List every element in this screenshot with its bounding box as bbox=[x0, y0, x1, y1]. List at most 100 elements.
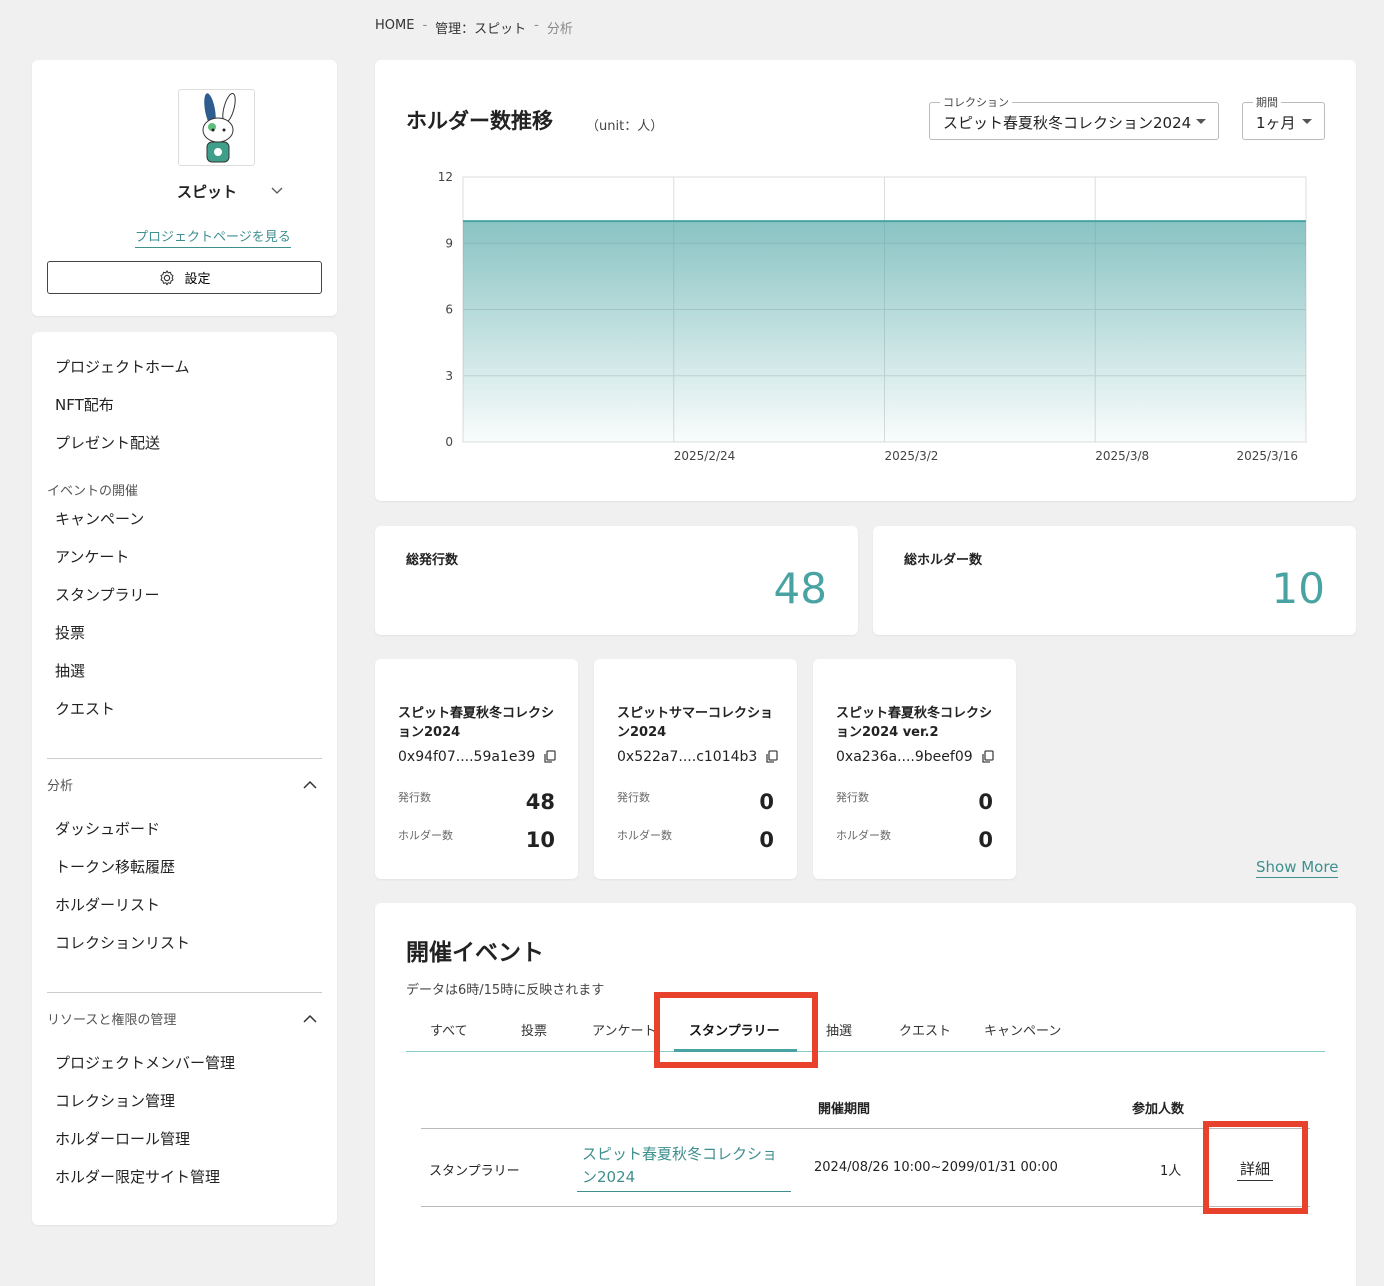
sidebar-item-dashboard[interactable]: ダッシュボード bbox=[55, 818, 160, 839]
breadcrumb-separator: - bbox=[534, 18, 539, 33]
chart-x-tick-label: 2025/3/16 bbox=[1236, 449, 1298, 463]
holders-label: ホルダー数 bbox=[398, 829, 453, 842]
event-participants: 1人 bbox=[1160, 1164, 1182, 1179]
chart-y-tick-label: 3 bbox=[445, 369, 453, 383]
total-issued-card: 総発行数 48 bbox=[375, 526, 858, 635]
chevron-up-icon[interactable] bbox=[302, 1013, 318, 1023]
holders-value: 0 bbox=[978, 828, 993, 852]
breadcrumb-separator: - bbox=[422, 18, 428, 33]
events-title: 開催イベント bbox=[406, 940, 544, 966]
collection-address: 0xa236a....9beef09 bbox=[836, 749, 994, 765]
breadcrumb: HOME - 管理：スピット - 分析 bbox=[375, 18, 573, 37]
sidebar-item-holder-list[interactable]: ホルダーリスト bbox=[55, 894, 160, 915]
project-profile-card: スピット プロジェクトページを見る 設定 bbox=[32, 60, 337, 316]
sidebar-item-vote[interactable]: 投票 bbox=[55, 622, 85, 643]
sidebar-item-nft-distribution[interactable]: NFT配布 bbox=[55, 394, 114, 415]
total-issued-label: 総発行数 bbox=[406, 553, 459, 568]
sidebar-item-present-delivery[interactable]: プレゼント配送 bbox=[55, 432, 160, 453]
sidebar-item-quest[interactable]: クエスト bbox=[55, 698, 115, 719]
chevron-down-icon[interactable] bbox=[270, 184, 284, 198]
sidebar-item-collection-management[interactable]: コレクション管理 bbox=[55, 1090, 175, 1111]
chevron-up-icon[interactable] bbox=[302, 779, 318, 789]
sidebar-item-campaign[interactable]: キャンペーン bbox=[55, 508, 144, 529]
event-tabs: すべて 投票 アンケート スタンプラリー 抽選 クエスト キャンペーン bbox=[406, 1016, 1325, 1052]
sidebar-item-project-home[interactable]: プロジェクトホーム bbox=[55, 356, 190, 377]
collection-card[interactable]: スピット春夏秋冬コレクション2024 0x94f07....59a1e39 発行… bbox=[375, 659, 578, 879]
sidebar-item-holder-site-management[interactable]: ホルダー限定サイト管理 bbox=[55, 1166, 220, 1187]
project-page-link[interactable]: プロジェクトページを見る bbox=[135, 226, 291, 248]
chart-area-fill bbox=[463, 221, 1306, 442]
tab-lottery[interactable]: 抽選 bbox=[826, 1020, 852, 1039]
issued-value: 0 bbox=[978, 790, 993, 814]
sidebar-section-events: イベントの開催 bbox=[47, 484, 139, 499]
tab-campaign[interactable]: キャンペーン bbox=[984, 1020, 1061, 1039]
avatar bbox=[178, 89, 255, 166]
chart-x-tick-label: 2025/3/2 bbox=[885, 449, 939, 463]
breadcrumb-manage[interactable]: 管理：スピット bbox=[435, 18, 526, 37]
event-period: 2024/08/26 10:00~2099/01/31 00:00 bbox=[814, 1160, 1058, 1175]
event-type: スタンプラリー bbox=[429, 1164, 520, 1179]
collection-address: 0x522a7....c1014b3 bbox=[617, 749, 778, 765]
event-name-link[interactable]: スピット春夏秋冬コレクション2024 bbox=[577, 1143, 791, 1192]
collection-address: 0x94f07....59a1e39 bbox=[398, 749, 556, 765]
contract-address: 0xa236a....9beef09 bbox=[836, 749, 973, 765]
chart-y-tick-label: 0 bbox=[445, 435, 453, 449]
chart-y-tick-label: 6 bbox=[445, 303, 453, 317]
sidebar-item-collection-list[interactable]: コレクションリスト bbox=[55, 932, 190, 953]
holders-value: 0 bbox=[759, 828, 774, 852]
sidebar-item-project-members[interactable]: プロジェクトメンバー管理 bbox=[55, 1052, 235, 1073]
settings-button[interactable]: 設定 bbox=[47, 261, 322, 294]
issued-value: 48 bbox=[525, 790, 555, 814]
project-name: スピット bbox=[176, 183, 237, 201]
total-issued-value: 48 bbox=[773, 564, 827, 613]
issued-label: 発行数 bbox=[836, 791, 869, 804]
sidebar-section-resources[interactable]: リソースと権限の管理 bbox=[47, 1009, 176, 1028]
chart-x-tick-label: 2025/2/24 bbox=[674, 449, 736, 463]
total-holders-card: 総ホルダー数 10 bbox=[873, 526, 1356, 635]
collection-name: スピット春夏秋冬コレクション2024 ver.2 bbox=[836, 706, 993, 740]
holders-label: ホルダー数 bbox=[617, 829, 672, 842]
contract-address: 0x522a7....c1014b3 bbox=[617, 749, 758, 765]
copy-icon[interactable] bbox=[543, 750, 556, 764]
collection-card[interactable]: スピットサマーコレクション2024 0x522a7....c1014b3 発行数… bbox=[594, 659, 797, 879]
chart-y-tick-label: 12 bbox=[438, 170, 453, 184]
tab-all[interactable]: すべて bbox=[430, 1020, 468, 1039]
events-note: データは6時/15時に反映されます bbox=[406, 983, 605, 998]
breadcrumb-home[interactable]: HOME bbox=[375, 18, 414, 37]
collection-name: スピットサマーコレクション2024 bbox=[617, 706, 774, 740]
holder-trend-card: ホルダー数推移 （unit：人） コレクション スピット春夏秋冬コレクション20… bbox=[375, 60, 1356, 501]
tab-vote[interactable]: 投票 bbox=[521, 1020, 547, 1039]
chart-y-tick-label: 9 bbox=[445, 236, 453, 250]
settings-label: 設定 bbox=[184, 271, 211, 286]
contract-address: 0x94f07....59a1e39 bbox=[398, 749, 536, 765]
collection-card[interactable]: スピット春夏秋冬コレクション2024 ver.2 0xa236a....9bee… bbox=[813, 659, 1016, 879]
issued-value: 0 bbox=[759, 790, 774, 814]
sidebar-divider bbox=[47, 758, 322, 759]
tab-quest[interactable]: クエスト bbox=[899, 1020, 951, 1039]
issued-label: 発行数 bbox=[398, 791, 431, 804]
sidebar-item-token-transfer-history[interactable]: トークン移転履歴 bbox=[55, 856, 175, 877]
chart-x-tick-label: 2025/3/8 bbox=[1095, 449, 1149, 463]
sidebar-item-holder-role-management[interactable]: ホルダーロール管理 bbox=[55, 1128, 190, 1149]
table-row-divider bbox=[421, 1206, 1310, 1207]
highlight-box bbox=[1203, 1121, 1308, 1214]
sidebar-item-survey[interactable]: アンケート bbox=[55, 546, 129, 567]
holder-trend-chart: 0 3 6 9 12 2025/2/24 2025/3/2 2025/3/8 2025/3/1… bbox=[438, 170, 1307, 463]
total-holders-value: 10 bbox=[1271, 564, 1325, 613]
holders-label: ホルダー数 bbox=[836, 829, 891, 842]
breadcrumb-current: 分析 bbox=[546, 22, 573, 37]
tab-survey[interactable]: アンケート bbox=[592, 1020, 656, 1039]
copy-icon[interactable] bbox=[765, 750, 778, 764]
sidebar-item-stamp-rally[interactable]: スタンプラリー bbox=[55, 584, 160, 605]
events-card: 開催イベント データは6時/15時に反映されます すべて 投票 アンケート スタ… bbox=[375, 903, 1356, 1286]
holders-value: 10 bbox=[525, 828, 555, 852]
collection-name: スピット春夏秋冬コレクション2024 bbox=[398, 706, 555, 740]
gear-icon bbox=[160, 269, 175, 285]
table-header-divider bbox=[421, 1128, 1310, 1129]
sidebar-item-lottery[interactable]: 抽選 bbox=[55, 660, 85, 681]
copy-icon[interactable] bbox=[981, 750, 994, 764]
sidebar-section-analysis[interactable]: 分析 bbox=[47, 775, 73, 794]
total-holders-label: 総ホルダー数 bbox=[904, 553, 983, 568]
show-more-link[interactable]: Show More bbox=[1256, 858, 1339, 878]
highlight-box bbox=[654, 992, 818, 1068]
